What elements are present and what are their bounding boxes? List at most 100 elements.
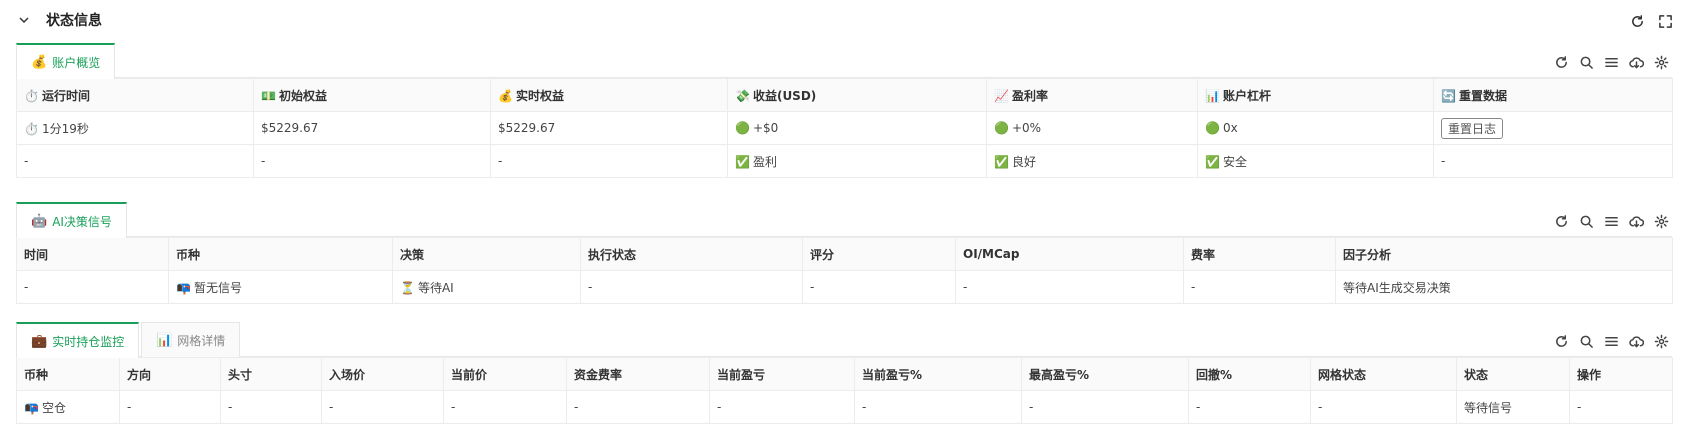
table-cell: - xyxy=(321,390,444,424)
table-cell: 重置日志 xyxy=(1433,111,1673,145)
cloud-download-icon[interactable] xyxy=(1627,53,1645,71)
menu-icon[interactable] xyxy=(1602,53,1620,71)
cell-text: - xyxy=(24,280,29,294)
menu-icon[interactable] xyxy=(1602,332,1620,350)
table-cell: $5229.67 xyxy=(490,111,728,145)
cell-text: - xyxy=(1441,154,1446,168)
cloud-download-icon[interactable] xyxy=(1627,332,1645,350)
tab-label: 网格详情 xyxy=(177,333,226,348)
ai-tabbar: 🤖 AI决策信号 xyxy=(16,202,1672,238)
chart-up-icon: 📈 xyxy=(994,88,1009,103)
table-cell: - xyxy=(566,390,710,424)
table-cell: - xyxy=(1433,144,1673,178)
stopwatch-icon: ⏱️ xyxy=(24,88,39,103)
refresh-icon[interactable] xyxy=(1552,212,1570,230)
tab-grid-details[interactable]: 📊 网格详情 xyxy=(141,322,241,357)
cell-text: - xyxy=(1029,400,1034,414)
briefcase-icon: 💼 xyxy=(31,333,48,349)
fullscreen-icon[interactable] xyxy=(1656,12,1674,30)
column-header: 资金费率 xyxy=(566,357,710,391)
refresh-icon[interactable] xyxy=(1628,12,1646,30)
positions-table: 币种 方向 头寸 入场价 当前价 资金费率 当前盈亏 当前盈亏% 最高盈亏% 回… xyxy=(16,357,1673,424)
cell-text: - xyxy=(228,400,233,414)
mailbox-icon: 📭 xyxy=(176,280,191,295)
table-cell: - xyxy=(1021,390,1189,424)
table-cell: - xyxy=(1310,390,1457,424)
search-icon[interactable] xyxy=(1577,212,1595,230)
cell-text: 1分19秒 xyxy=(41,121,89,136)
green-circle-icon: 🟢 xyxy=(994,121,1009,135)
cell-text: - xyxy=(574,400,579,414)
table-cell: - xyxy=(580,270,803,304)
table-header-row: 时间 币种 决策 执行状态 评分 OI/MCap 费率 因子分析 xyxy=(16,237,1673,271)
tab-account-overview[interactable]: 💰 账户概览 xyxy=(16,43,116,79)
account-tabbar: 💰 账户概览 xyxy=(16,43,1672,79)
bar-chart-icon: 📊 xyxy=(156,332,173,348)
cell-text: - xyxy=(717,400,722,414)
menu-icon[interactable] xyxy=(1602,212,1620,230)
column-header: 当前价 xyxy=(443,357,567,391)
banknote-icon: 💵 xyxy=(261,88,276,103)
refresh-icon[interactable] xyxy=(1552,53,1570,71)
table-cell: - xyxy=(802,270,956,304)
positions-section: 💼 实时持仓监控 📊 网格详情 币种 方向 头寸 入场价 当前价 资金费率 当前… xyxy=(16,322,1673,424)
table-cell: ⏳ 等待AI xyxy=(392,270,581,304)
column-header: 网格状态 xyxy=(1310,357,1457,391)
robot-icon: 🤖 xyxy=(31,213,48,229)
tab-ai-signals[interactable]: 🤖 AI决策信号 xyxy=(16,202,127,238)
cell-text: - xyxy=(963,280,968,294)
cell-text: - xyxy=(498,154,503,168)
bar-chart-icon: 📊 xyxy=(1205,88,1220,103)
positions-tabbar: 💼 实时持仓监控 📊 网格详情 xyxy=(16,322,1672,358)
money-bag-icon: 💰 xyxy=(31,54,48,70)
cell-text: $5229.67 xyxy=(498,121,556,135)
column-header: 决策 xyxy=(392,237,581,271)
table-row: 📭 空仓 - - - - - - - - - - 等待信号 - xyxy=(16,390,1673,424)
refresh-icon[interactable] xyxy=(1552,332,1570,350)
table-cell: ✅ 盈利 xyxy=(727,144,987,178)
column-label: 初始权益 xyxy=(278,88,327,103)
gear-icon[interactable] xyxy=(1652,212,1670,230)
table-cell: - xyxy=(220,390,322,424)
table-cell: - xyxy=(854,390,1022,424)
cell-text: 等待信号 xyxy=(1464,400,1513,415)
table-cell: - xyxy=(1569,390,1673,424)
search-icon[interactable] xyxy=(1577,53,1595,71)
gear-icon[interactable] xyxy=(1652,53,1670,71)
cell-text: +$0 xyxy=(752,121,779,135)
table-cell: 等待信号 xyxy=(1456,390,1570,424)
column-header: 状态 xyxy=(1456,357,1570,391)
ai-signal-table: 时间 币种 决策 执行状态 评分 OI/MCap 费率 因子分析 - 📭 暂无信号… xyxy=(16,237,1673,304)
table-cell: ✅ 良好 xyxy=(986,144,1198,178)
table-cell: - xyxy=(955,270,1184,304)
gear-icon[interactable] xyxy=(1652,332,1670,350)
table-cell: - xyxy=(1188,390,1311,424)
search-icon[interactable] xyxy=(1577,332,1595,350)
column-header: 评分 xyxy=(802,237,956,271)
column-header: 📈 盈利率 xyxy=(986,78,1198,112)
cell-text: - xyxy=(1577,400,1582,414)
cell-text: - xyxy=(1196,400,1201,414)
column-header: ⏱️ 运行时间 xyxy=(16,78,254,112)
column-header: 因子分析 xyxy=(1335,237,1673,271)
table-cell: - xyxy=(119,390,221,424)
column-header: 💵 初始权益 xyxy=(253,78,491,112)
column-header: 最高盈亏% xyxy=(1021,357,1189,391)
table-cell: 📭 暂无信号 xyxy=(168,270,393,304)
chevron-down-icon[interactable] xyxy=(16,12,32,28)
column-header: 操作 xyxy=(1569,357,1673,391)
table-cell: - xyxy=(16,270,169,304)
cell-text: 等待AI生成交易决策 xyxy=(1343,280,1451,295)
column-header: 币种 xyxy=(16,357,120,391)
tab-live-positions[interactable]: 💼 实时持仓监控 xyxy=(16,322,140,358)
cell-text: 暂无信号 xyxy=(193,280,242,295)
table-row: ⏱️ 1分19秒 $5229.67 $5229.67 🟢 +$0 🟢 +0% 🟢 0x … xyxy=(16,111,1673,145)
cell-text: - xyxy=(127,400,132,414)
table-cell: 📭 空仓 xyxy=(16,390,120,424)
column-header: OI/MCap xyxy=(955,237,1184,271)
column-header: 当前盈亏% xyxy=(854,357,1022,391)
status-header: 状态信息 xyxy=(0,0,1688,40)
cloud-download-icon[interactable] xyxy=(1627,212,1645,230)
reset-log-button[interactable]: 重置日志 xyxy=(1441,117,1504,139)
check-mark-icon: ✅ xyxy=(994,154,1009,169)
